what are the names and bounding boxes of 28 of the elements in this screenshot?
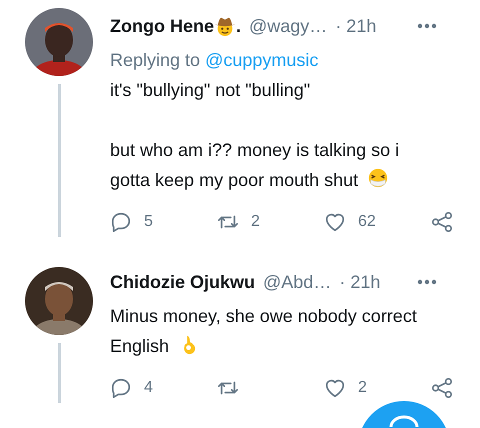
like-count: 2 [358,378,367,398]
more-icon[interactable] [416,278,438,286]
reply-count: 5 [144,212,153,232]
sneezing-emoji-icon [367,167,390,189]
tweet-time: · 21h [335,15,376,38]
share-icon[interactable] [431,377,453,399]
user-name[interactable]: Chidozie Ojukwu [110,267,256,297]
reply-icon[interactable] [110,377,132,399]
reply-count: 4 [144,378,153,398]
name-suffix: . [236,15,242,38]
reply-icon[interactable] [110,211,132,233]
like-count: 62 [358,212,376,232]
user-handle[interactable]: @wagy… [249,11,328,41]
tweet-text: Minus money, she owe nobody correct English [110,305,418,358]
replying-to-label: Replying to [110,50,202,70]
tweet-text: it's "bullying" not "bulling" [110,79,312,102]
more-icon[interactable] [416,22,438,30]
share-icon[interactable] [431,211,453,233]
heart-icon[interactable] [324,377,346,399]
heart-icon[interactable] [324,211,346,233]
mention-link[interactable]: @cuppymusic [205,50,318,70]
tweet-text: but who am i?? money is talking so i gotta keep my poor mouth shut [110,139,400,192]
retweet-count: 2 [251,212,260,232]
user-handle[interactable]: @Abd… [263,267,332,297]
cowboy-emoji-icon [214,15,236,37]
tweet-time: · 21h [339,271,380,294]
user-name[interactable]: Zongo Hene [110,11,214,41]
reply-icon [389,415,419,427]
